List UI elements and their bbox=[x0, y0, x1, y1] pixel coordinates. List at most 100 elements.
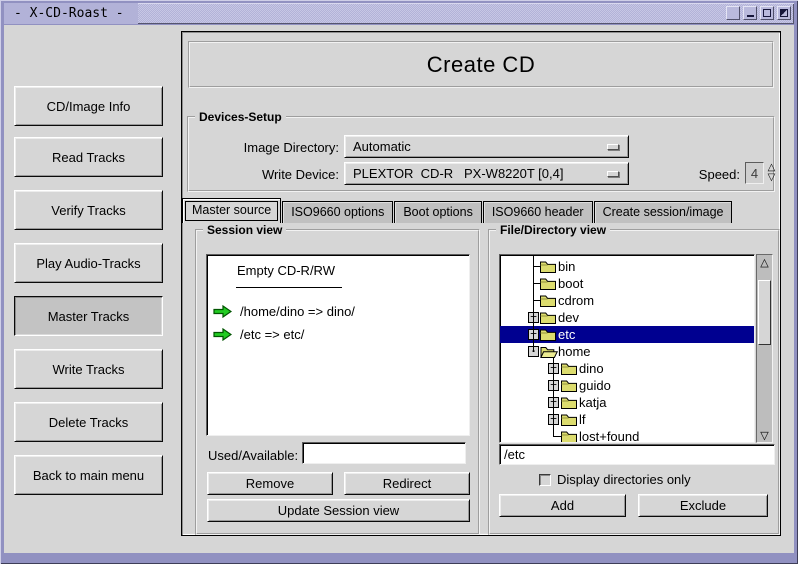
tab[interactable]: Create session/image bbox=[594, 201, 733, 223]
folder-open-icon bbox=[540, 345, 558, 358]
tree-row[interactable]: cdrom bbox=[500, 292, 754, 309]
folder-icon bbox=[561, 430, 577, 443]
tree-row[interactable]: - home bbox=[500, 343, 754, 360]
tree-row[interactable]: + lf bbox=[500, 411, 754, 428]
session-entry-label: /home/dino => dino/ bbox=[240, 304, 355, 319]
session-list[interactable]: Empty CD-R/RW /home/dino => dino/ bbox=[206, 254, 470, 436]
tree-row[interactable]: + dino bbox=[500, 360, 754, 377]
sidebar-button-label: Write Tracks bbox=[53, 362, 125, 377]
used-available-input[interactable] bbox=[302, 442, 466, 464]
display-directories-label: Display directories only bbox=[557, 472, 691, 487]
page-title: Create CD bbox=[427, 52, 535, 78]
blank-window-button[interactable] bbox=[726, 6, 740, 20]
tree-row[interactable]: bin bbox=[500, 258, 754, 275]
devices-setup-legend: Devices-Setup bbox=[195, 110, 286, 124]
image-directory-dropdown[interactable]: Automatic bbox=[344, 135, 629, 158]
add-button[interactable]: Add bbox=[499, 494, 626, 517]
session-divider bbox=[236, 287, 342, 288]
redirect-button[interactable]: Redirect bbox=[344, 472, 470, 495]
exclude-button-label: Exclude bbox=[680, 498, 726, 513]
sidebar-button[interactable]: Write Tracks bbox=[14, 349, 163, 389]
folder-icon bbox=[540, 277, 556, 290]
sidebar-button[interactable]: Delete Tracks bbox=[14, 402, 163, 442]
sidebar-button-label: Verify Tracks bbox=[51, 203, 125, 218]
spin-down-icon[interactable]: ▽ bbox=[768, 173, 776, 183]
folder-icon bbox=[561, 362, 577, 375]
tab[interactable]: ISO9660 options bbox=[282, 201, 393, 223]
tree-row[interactable]: boot bbox=[500, 275, 754, 292]
update-session-view-button[interactable]: Update Session view bbox=[207, 499, 470, 522]
tab-label: Boot options bbox=[403, 205, 473, 219]
restore-window-button[interactable] bbox=[777, 6, 791, 20]
main-panel: Create CD Devices-Setup Image Directory:… bbox=[181, 31, 781, 536]
write-device-dropdown[interactable]: PLEXTOR CD-R PX-W8220T [0,4] bbox=[344, 162, 629, 185]
sidebar-button[interactable]: Verify Tracks bbox=[14, 190, 163, 230]
sidebar-button-label: Read Tracks bbox=[52, 150, 125, 165]
tab[interactable]: ISO9660 header bbox=[483, 201, 593, 223]
devices-setup-frame: Devices-Setup Image Directory: Automatic… bbox=[187, 116, 775, 192]
tree-scrollbar[interactable]: △ ▽ bbox=[756, 254, 773, 443]
maximize-window-button[interactable] bbox=[760, 6, 774, 20]
tab-label: Create session/image bbox=[603, 205, 724, 219]
app-window: - X-CD-Roast - CD/Image Info Read Tracks… bbox=[0, 0, 798, 564]
remove-button-label: Remove bbox=[246, 476, 294, 491]
remove-button[interactable]: Remove bbox=[207, 472, 333, 495]
tree-item-label: bin bbox=[558, 259, 575, 274]
sidebar-button[interactable]: Read Tracks bbox=[14, 137, 163, 177]
tree-item-label: guido bbox=[579, 378, 611, 393]
directory-tree[interactable]: bin boot bbox=[499, 254, 755, 443]
tab[interactable]: Boot options bbox=[394, 201, 482, 223]
tab-label: ISO9660 header bbox=[492, 205, 584, 219]
folder-icon bbox=[540, 311, 556, 324]
add-button-label: Add bbox=[551, 498, 574, 513]
exclude-button[interactable]: Exclude bbox=[638, 494, 768, 517]
scroll-down-icon[interactable]: ▽ bbox=[757, 428, 772, 442]
path-input[interactable] bbox=[499, 444, 775, 465]
write-device-value: PLEXTOR CD-R PX-W8220T [0,4] bbox=[353, 166, 563, 181]
app-content: CD/Image Info Read Tracks Verify Tracks … bbox=[4, 25, 794, 553]
iconify-window-button[interactable] bbox=[743, 6, 757, 20]
write-device-label: Write Device: bbox=[189, 167, 339, 182]
tab-label: Master source bbox=[192, 203, 271, 217]
tree-item-label: lf bbox=[579, 412, 586, 427]
session-entry[interactable]: /etc => etc/ bbox=[207, 323, 469, 346]
folder-icon bbox=[540, 328, 556, 341]
folder-icon bbox=[561, 413, 577, 426]
tree-row[interactable]: + guido bbox=[500, 377, 754, 394]
sidebar-button-label: Back to main menu bbox=[33, 468, 144, 483]
speed-value-box: 4 bbox=[745, 162, 764, 184]
image-directory-label: Image Directory: bbox=[189, 140, 339, 155]
folder-icon bbox=[540, 260, 556, 273]
tree-connector-line bbox=[553, 357, 554, 437]
restore-icon bbox=[780, 9, 788, 17]
sidebar-button[interactable]: Play Audio-Tracks bbox=[14, 243, 163, 283]
folder-icon bbox=[540, 294, 556, 307]
tree-item-label: boot bbox=[558, 276, 583, 291]
file-directory-view-legend: File/Directory view bbox=[496, 223, 610, 237]
tree-connector-line bbox=[533, 255, 534, 352]
speed-stepper: △ ▽ bbox=[765, 162, 778, 184]
page-title-frame: Create CD bbox=[188, 41, 774, 88]
used-available-label: Used/Available: bbox=[208, 448, 298, 463]
session-entry[interactable]: /home/dino => dino/ bbox=[207, 300, 469, 323]
tree-row[interactable]: lost+found bbox=[500, 428, 754, 443]
sidebar-button-label: Delete Tracks bbox=[49, 415, 128, 430]
tree-row[interactable]: + etc bbox=[500, 326, 754, 343]
speed-value: 4 bbox=[751, 166, 758, 181]
titlebar-buttons bbox=[726, 6, 791, 20]
session-arrow-icon bbox=[213, 305, 232, 318]
titlebar[interactable]: - X-CD-Roast - bbox=[4, 3, 794, 24]
sidebar-button[interactable]: CD/Image Info bbox=[14, 86, 163, 126]
sidebar-button[interactable]: Master Tracks bbox=[14, 296, 163, 336]
session-entries: /home/dino => dino/ /etc => etc/ bbox=[207, 300, 469, 346]
tab[interactable]: Master source bbox=[182, 198, 281, 223]
display-directories-checkbox[interactable] bbox=[539, 474, 551, 486]
tree-row[interactable]: + dev bbox=[500, 309, 754, 326]
session-empty-label: Empty CD-R/RW bbox=[237, 263, 469, 278]
sidebar-button[interactable]: Back to main menu bbox=[14, 455, 163, 495]
scrollbar-thumb[interactable] bbox=[758, 280, 771, 345]
sidebar-button-label: Master Tracks bbox=[48, 309, 130, 324]
file-directory-view-frame: File/Directory view bin bbox=[488, 229, 780, 535]
scroll-up-icon[interactable]: △ bbox=[757, 255, 772, 269]
tree-row[interactable]: + katja bbox=[500, 394, 754, 411]
